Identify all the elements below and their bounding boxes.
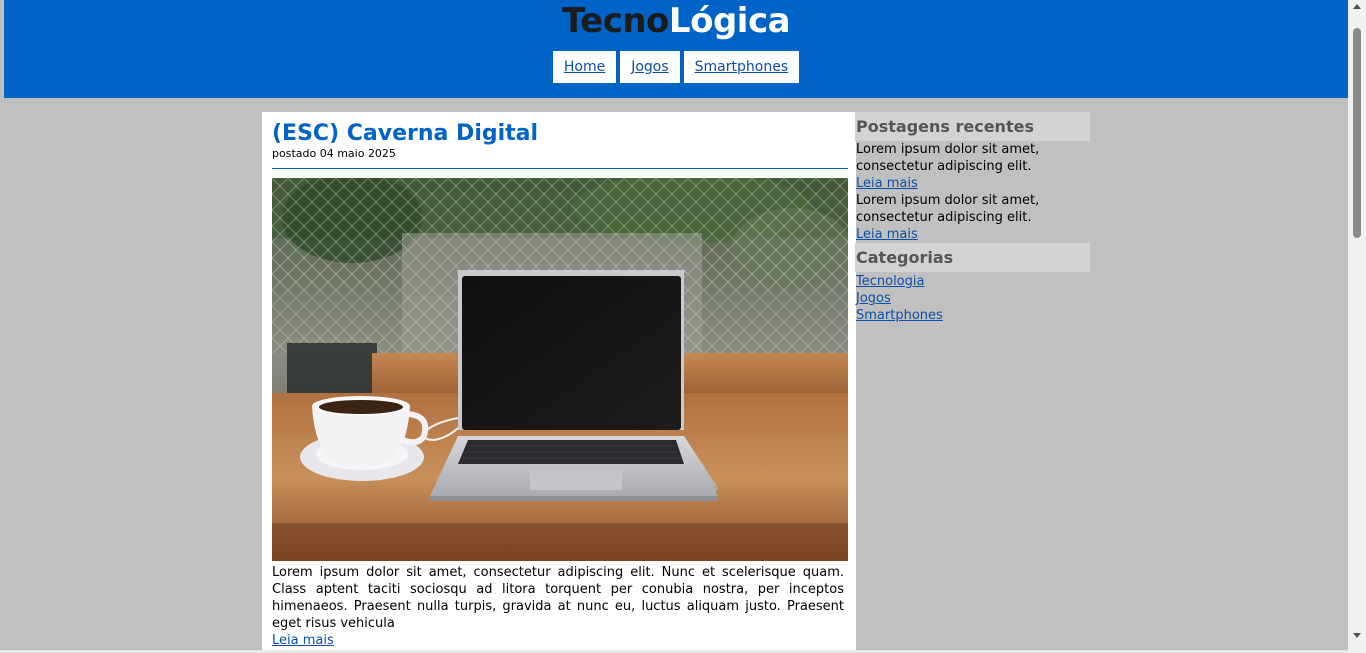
post-date: postado 04 maio 2025 <box>272 147 396 160</box>
category-link-jogos[interactable]: Jogos <box>856 291 891 306</box>
nav-jogos-link[interactable]: Jogos <box>620 51 680 83</box>
site-title-part2: Lógica <box>668 1 791 41</box>
main-nav: Home Jogos Smartphones <box>4 51 1348 83</box>
recent-post-item: Lorem ipsum dolor sit amet, consectetur … <box>855 192 1090 243</box>
post-title: (ESC) Caverna Digital <box>272 121 539 146</box>
recent-post-item: Lorem ipsum dolor sit amet, consectetur … <box>855 141 1090 192</box>
category-item: Smartphones <box>856 307 1090 324</box>
site-header: TecnoLógica Home Jogos Smartphones <box>4 0 1348 98</box>
site-title: TecnoLógica <box>4 0 1348 42</box>
categories-heading: Categorias <box>855 243 1090 272</box>
recent-post-read-more-link[interactable]: Leia mais <box>856 226 1090 243</box>
recent-post-read-more-link[interactable]: Leia mais <box>856 175 1090 192</box>
post-card: (ESC) Caverna Digital postado 04 maio 20… <box>262 112 856 650</box>
category-link-tecnologia[interactable]: Tecnologia <box>856 274 924 289</box>
post-read-more-link[interactable]: Leia mais <box>272 632 334 649</box>
site-title-part1: Tecno <box>561 1 669 41</box>
scroll-down-arrow-icon[interactable] <box>1353 633 1361 638</box>
nav-home-link[interactable]: Home <box>552 51 617 83</box>
sidebar: Postagens recentes Lorem ipsum dolor sit… <box>855 112 1090 324</box>
scroll-up-arrow-icon[interactable] <box>1353 4 1361 9</box>
recent-post-text: Lorem ipsum dolor sit amet, consectetur … <box>856 142 1040 174</box>
category-link-smartphones[interactable]: Smartphones <box>856 308 943 323</box>
post-image <box>272 178 848 561</box>
vertical-scrollbar[interactable] <box>1348 0 1366 653</box>
post-excerpt: Lorem ipsum dolor sit amet, consectetur … <box>272 565 844 631</box>
post-divider <box>272 168 848 169</box>
category-item: Tecnologia <box>856 273 1090 290</box>
categories-list: Tecnologia Jogos Smartphones <box>855 272 1090 324</box>
recent-post-text: Lorem ipsum dolor sit amet, consectetur … <box>856 193 1040 225</box>
nav-smartphones-link[interactable]: Smartphones <box>683 51 800 83</box>
scrollbar-thumb[interactable] <box>1353 28 1361 238</box>
category-item: Jogos <box>856 290 1090 307</box>
page: TecnoLógica Home Jogos Smartphones (ESC)… <box>4 0 1348 650</box>
recent-posts-heading: Postagens recentes <box>855 112 1090 141</box>
